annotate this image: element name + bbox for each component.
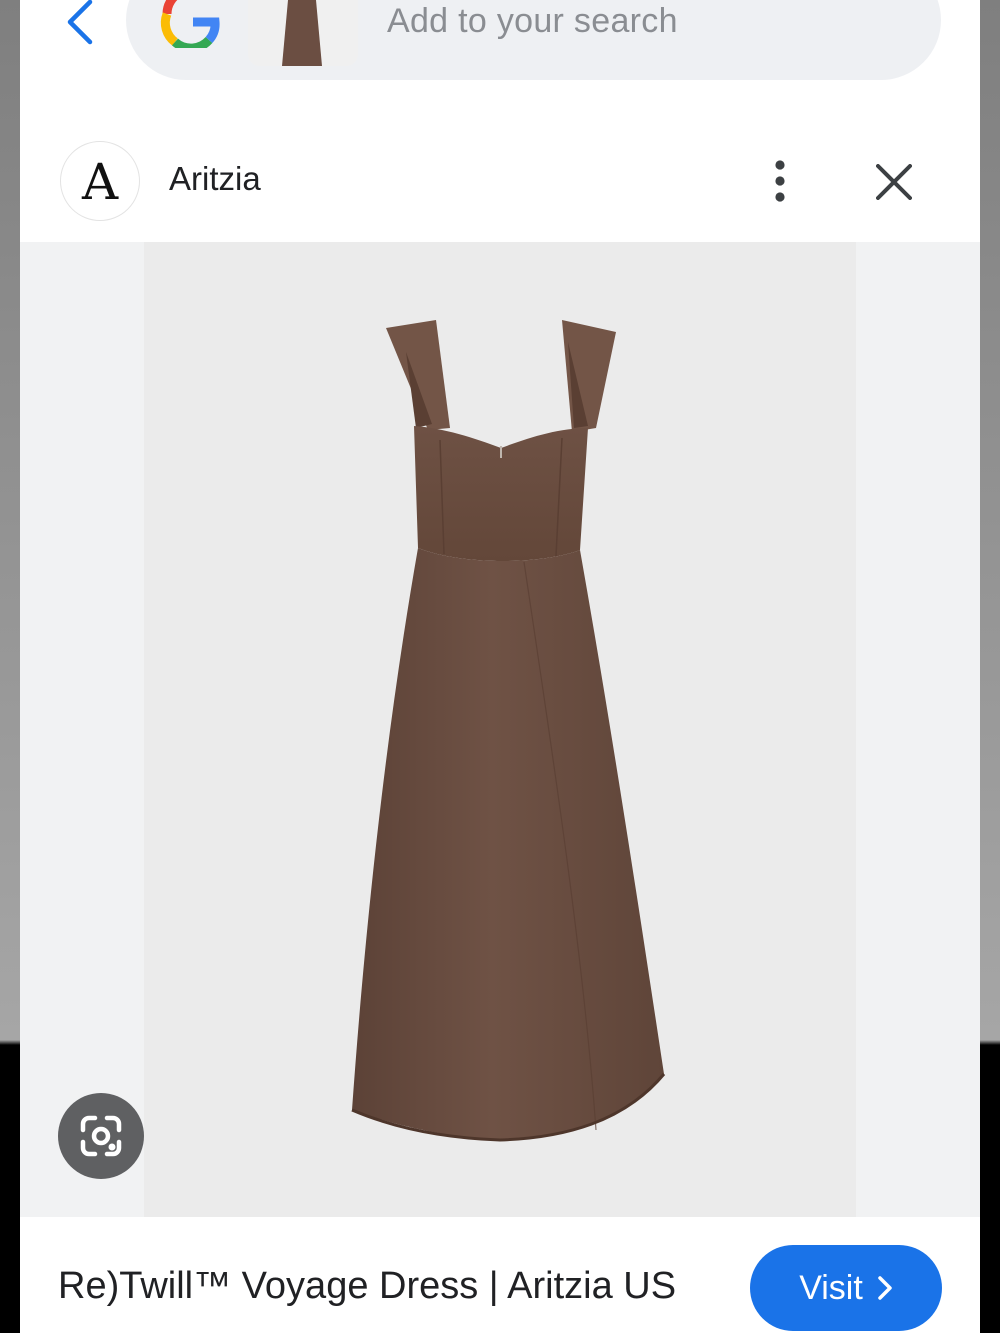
search-input[interactable]: Add to your search [387,2,678,41]
close-button[interactable] [868,156,920,208]
more-options-button[interactable] [760,156,800,206]
close-icon [876,164,912,200]
google-g-icon [160,0,220,48]
google-lens-button[interactable] [58,1093,144,1179]
dress-thumbnail[interactable] [248,0,358,66]
image-viewer[interactable] [20,242,980,1217]
background-right [980,0,1000,1333]
dress-photo [351,320,666,1142]
background-left [0,0,20,1333]
more-vert-icon [775,160,785,202]
visit-button-label: Visit [799,1268,863,1307]
visit-button[interactable]: Visit [750,1245,942,1331]
result-title[interactable]: Re)Twill™ Voyage Dress | Aritzia US [58,1265,676,1308]
brand-name[interactable]: Aritzia [169,160,261,198]
google-lens-icon [80,1115,122,1157]
brand-logo-letter: A [81,153,119,211]
back-button[interactable] [56,0,106,46]
brand-logo[interactable]: A [60,141,140,221]
result-footer: Re)Twill™ Voyage Dress | Aritzia US Visi… [20,1217,980,1333]
chevron-right-icon [878,1276,892,1300]
chevron-left-icon [67,0,93,45]
result-sheet: Add to your search A Aritzia Re)Twill™ V… [20,0,980,1333]
product-photo [144,242,856,1217]
dress-thumbnail-image [248,0,358,66]
